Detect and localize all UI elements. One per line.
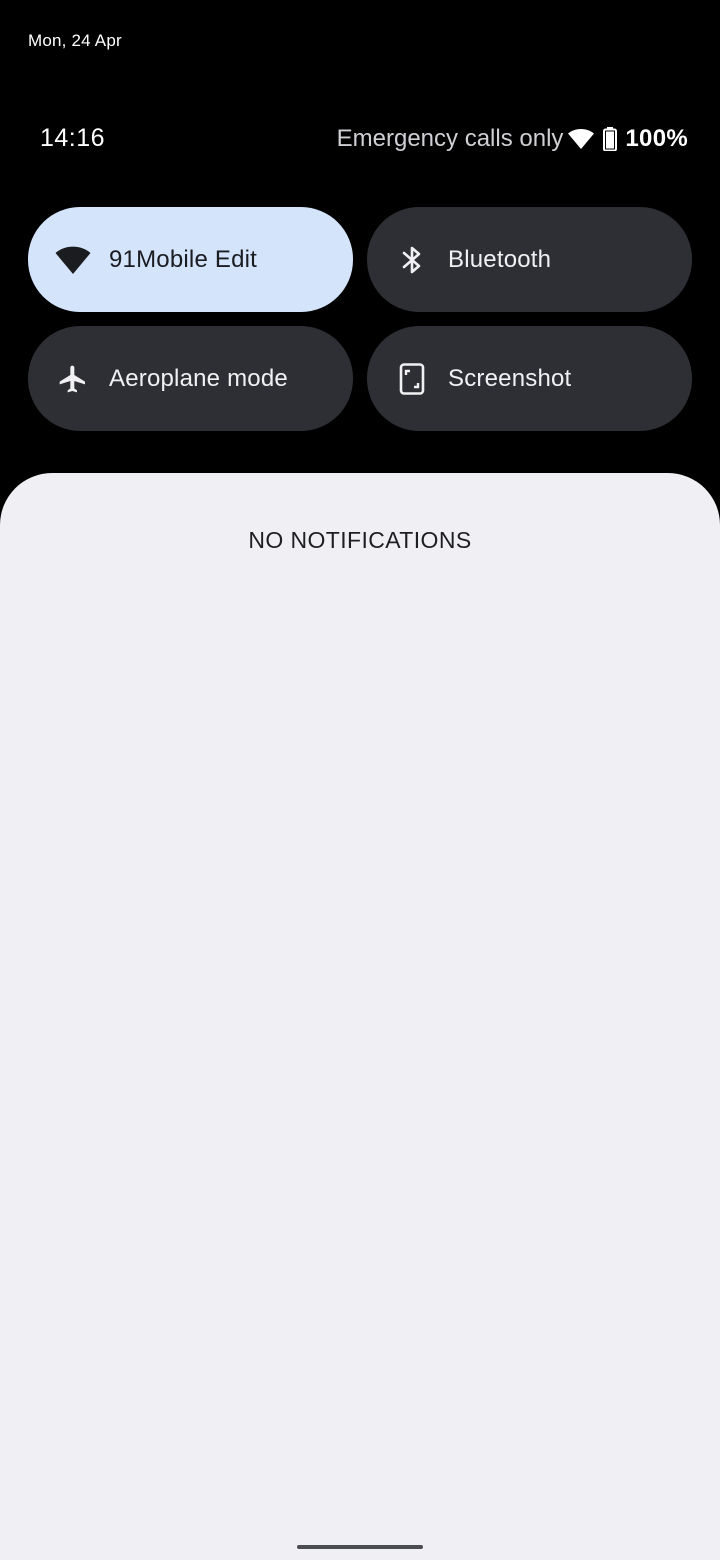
tile-label: 91Mobile Edit	[109, 245, 258, 273]
status-bar: 14:16 Emergency calls only 100%	[0, 120, 720, 156]
quick-settings-tiles: 91Mobile Edit Bluetooth Aeroplane mode S…	[28, 207, 692, 431]
battery-percent: 100%	[625, 125, 688, 152]
date-label: Mon, 24 Apr	[28, 31, 122, 50]
wifi-icon	[54, 241, 92, 279]
notification-panel: NO NOTIFICATIONS	[0, 473, 720, 1560]
status-icons: Emergency calls only 100%	[337, 122, 688, 156]
tile-aeroplane-mode[interactable]: Aeroplane mode	[28, 326, 353, 431]
clock[interactable]: 14:16	[40, 124, 105, 153]
bluetooth-icon	[393, 241, 431, 279]
wifi-icon	[567, 127, 595, 151]
tile-label: Bluetooth	[448, 245, 552, 273]
notification-shade: Mon, 24 Apr 14:16 Emergency calls only 1…	[0, 0, 720, 1560]
airplane-icon	[54, 360, 92, 398]
battery-icon	[603, 127, 618, 151]
tile-label: Aeroplane mode	[109, 364, 288, 392]
tile-bluetooth[interactable]: Bluetooth	[367, 207, 692, 312]
carrier-text: Emergency calls only	[336, 125, 564, 152]
screenshot-icon	[393, 360, 431, 398]
gesture-navigation-handle[interactable]	[297, 1545, 423, 1549]
tile-screenshot[interactable]: Screenshot	[367, 326, 692, 431]
tile-wifi[interactable]: 91Mobile Edit	[28, 207, 353, 312]
empty-notifications-text: NO NOTIFICATIONS	[248, 527, 472, 553]
tile-label: Screenshot	[448, 364, 572, 392]
